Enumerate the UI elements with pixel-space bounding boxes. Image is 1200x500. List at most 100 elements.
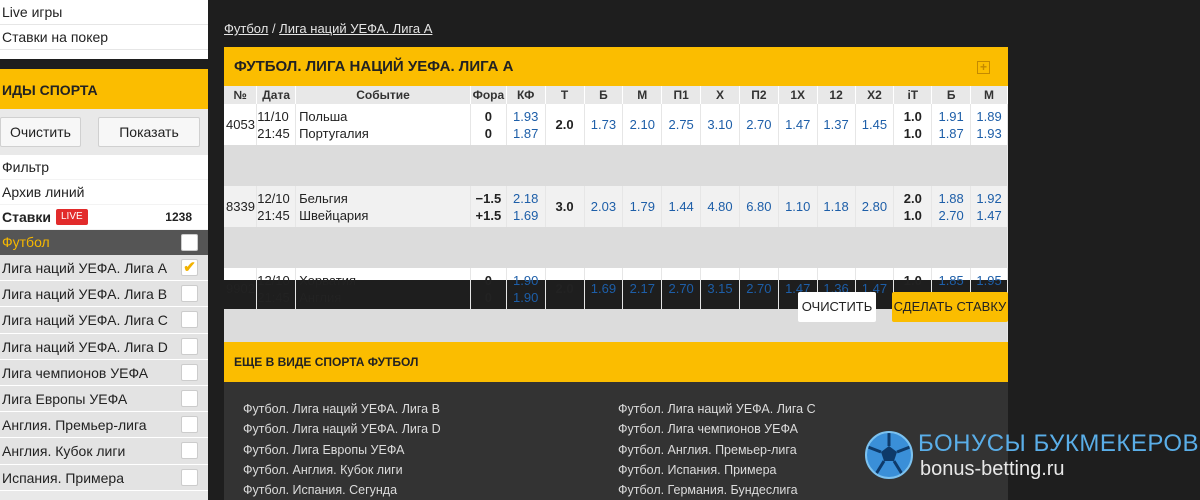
breadcrumb-football[interactable]: Футбол bbox=[224, 21, 268, 36]
more-league-link[interactable]: Футбол. Англия. Премьер-лига bbox=[618, 443, 797, 457]
checkbox[interactable] bbox=[181, 416, 198, 434]
over-odds-value[interactable]: 1.73 bbox=[585, 117, 623, 132]
match-event-value[interactable]: Португалия bbox=[299, 125, 470, 142]
individual-over-odds-value[interactable]: 1.85 bbox=[932, 272, 970, 289]
draw-odds[interactable]: 3.15 bbox=[700, 268, 740, 309]
league-item[interactable]: Лига наций УЕФА. Лига C bbox=[0, 307, 208, 334]
checkbox[interactable] bbox=[181, 389, 198, 407]
individual-over-odds[interactable]: 1.91 1.87 bbox=[931, 104, 972, 145]
dc-x2-odds-value[interactable]: 1.45 bbox=[856, 117, 894, 132]
over-odds[interactable]: 2.03 bbox=[584, 186, 624, 227]
league-item[interactable]: Лига Европы УЕФА bbox=[0, 385, 208, 413]
individual-under-odds[interactable]: 1.92 1.47 bbox=[970, 186, 1008, 227]
archive-link[interactable]: Архив линий bbox=[0, 180, 208, 205]
win1-odds[interactable]: 1.44 bbox=[661, 186, 702, 227]
individual-under-odds-value[interactable]: 1.93 bbox=[971, 125, 1007, 142]
dc-1x-odds[interactable]: 1.10 bbox=[778, 186, 818, 227]
over-odds[interactable]: 1.69 bbox=[584, 268, 624, 309]
more-league-link[interactable]: Футбол. Лига Европы УЕФА bbox=[243, 443, 404, 457]
individual-over-odds-value[interactable]: 1.88 bbox=[932, 190, 970, 207]
clear-bets-button[interactable]: ОЧИСТИТЬ bbox=[798, 292, 876, 322]
more-league-link[interactable]: Футбол. Англия. Кубок лиги bbox=[243, 463, 403, 477]
under-odds-value[interactable]: 2.10 bbox=[623, 117, 661, 132]
handicap-odds-value[interactable]: 1.90 bbox=[507, 289, 545, 306]
individual-under-odds-value[interactable]: 1.47 bbox=[971, 207, 1007, 224]
dc-1x-odds[interactable]: 1.47 bbox=[778, 104, 818, 145]
dc-12-odds-value[interactable]: 1.37 bbox=[818, 117, 855, 132]
match-event[interactable]: Польша Португалия bbox=[295, 104, 471, 145]
win1-odds-value[interactable]: 2.75 bbox=[662, 117, 700, 132]
match-event-value[interactable]: Англия bbox=[299, 289, 470, 306]
handicap-odds[interactable]: 1.93 1.87 bbox=[506, 104, 546, 145]
league-item[interactable]: Англия. Премьер-лига bbox=[0, 412, 208, 439]
checkbox[interactable] bbox=[181, 363, 198, 381]
checkbox[interactable] bbox=[181, 442, 198, 460]
draw-odds[interactable]: 4.80 bbox=[700, 186, 740, 227]
filter-link[interactable]: Фильтр bbox=[0, 155, 208, 180]
win2-odds[interactable]: 2.70 bbox=[739, 104, 779, 145]
win1-odds[interactable]: 2.70 bbox=[661, 268, 702, 309]
dc-12-odds[interactable]: 1.18 bbox=[817, 186, 856, 227]
sport-item-football[interactable]: Футбол bbox=[0, 230, 208, 255]
draw-odds-value[interactable]: 4.80 bbox=[701, 199, 739, 214]
match-event-value[interactable]: Польша bbox=[299, 108, 470, 125]
place-bet-button[interactable]: СДЕЛАТЬ СТАВКУ bbox=[892, 292, 1008, 322]
individual-under-odds[interactable]: 1.89 1.93 bbox=[970, 104, 1008, 145]
individual-over-odds-value[interactable]: 1.91 bbox=[932, 108, 970, 125]
win2-odds[interactable]: 6.80 bbox=[739, 186, 779, 227]
match-event-value[interactable]: Бельгия bbox=[299, 190, 470, 207]
win2-odds-value[interactable]: 2.70 bbox=[740, 117, 778, 132]
league-item[interactable]: Лига наций УЕФА. Лига B bbox=[0, 281, 208, 308]
individual-over-odds-value[interactable]: 2.70 bbox=[932, 207, 970, 224]
league-item[interactable]: Англия. Кубок лиги bbox=[0, 438, 208, 465]
under-odds[interactable]: 2.17 bbox=[622, 268, 663, 309]
league-item[interactable]: Лига наций УЕФА. Лига D bbox=[0, 333, 208, 360]
under-odds[interactable]: 2.10 bbox=[622, 104, 663, 145]
handicap-odds-value[interactable]: 1.69 bbox=[507, 207, 545, 224]
league-item[interactable]: Лига наций УЕФА. Лига А ✔ bbox=[0, 255, 208, 282]
individual-under-odds-value[interactable]: 1.89 bbox=[971, 108, 1007, 125]
win2-odds[interactable]: 2.70 bbox=[739, 268, 779, 309]
win2-odds-value[interactable]: 6.80 bbox=[740, 199, 778, 214]
dc-1x-odds-value[interactable]: 1.10 bbox=[779, 199, 817, 214]
handicap-odds-value[interactable]: 2.18 bbox=[507, 190, 545, 207]
under-odds-value[interactable]: 1.79 bbox=[623, 199, 661, 214]
checkbox[interactable] bbox=[181, 468, 198, 486]
more-league-link[interactable]: Футбол. Испания. Примера bbox=[618, 463, 776, 477]
handicap-odds-value[interactable]: 1.93 bbox=[507, 108, 545, 125]
over-odds[interactable]: 1.73 bbox=[584, 104, 624, 145]
draw-odds[interactable]: 3.10 bbox=[700, 104, 740, 145]
more-league-link[interactable]: Футбол. Испания. Сегунда bbox=[243, 483, 397, 497]
more-league-link[interactable]: Футбол. Лига чемпионов УЕФА bbox=[618, 422, 798, 436]
handicap-odds-value[interactable]: 1.90 bbox=[507, 272, 545, 289]
match-event[interactable]: Хорватия Англия bbox=[295, 268, 471, 309]
show-button[interactable]: Показать bbox=[98, 117, 200, 147]
individual-over-odds[interactable]: 1.88 2.70 bbox=[931, 186, 972, 227]
clear-filter-button[interactable]: Очистить bbox=[0, 117, 81, 147]
under-odds-value[interactable]: 2.17 bbox=[623, 281, 661, 296]
over-odds-value[interactable]: 1.69 bbox=[585, 281, 623, 296]
individual-over-odds-value[interactable]: 1.87 bbox=[932, 125, 970, 142]
dc-1x-odds-value[interactable]: 1.47 bbox=[779, 117, 817, 132]
live-games-link[interactable]: Live игры bbox=[0, 0, 208, 25]
checkbox[interactable] bbox=[181, 337, 198, 355]
expand-plus-icon[interactable]: + bbox=[977, 61, 990, 74]
match-event-value[interactable]: Швейцария bbox=[299, 207, 470, 224]
handicap-odds-value[interactable]: 1.87 bbox=[507, 125, 545, 142]
checkbox-checked[interactable]: ✔ bbox=[181, 259, 198, 276]
dc-x2-odds[interactable]: 2.80 bbox=[855, 186, 895, 227]
draw-odds-value[interactable]: 3.10 bbox=[701, 117, 739, 132]
more-league-link[interactable]: Футбол. Лига наций УЕФА. Лига D bbox=[243, 422, 441, 436]
football-checkbox[interactable] bbox=[181, 234, 198, 251]
bets-live-row[interactable]: Ставки LIVE 1238 bbox=[0, 205, 208, 230]
win1-odds[interactable]: 2.75 bbox=[661, 104, 702, 145]
win2-odds-value[interactable]: 2.70 bbox=[740, 281, 778, 296]
individual-under-odds-value[interactable]: 1.95 bbox=[971, 272, 1007, 289]
match-event-value[interactable]: Хорватия bbox=[299, 272, 470, 289]
dc-x2-odds[interactable]: 1.45 bbox=[855, 104, 895, 145]
more-league-link[interactable]: Футбол. Германия. Бундеслига bbox=[618, 483, 798, 497]
individual-under-odds-value[interactable]: 1.92 bbox=[971, 190, 1007, 207]
checkbox[interactable] bbox=[181, 285, 198, 303]
poker-bets-link[interactable]: Ставки на покер bbox=[0, 25, 208, 50]
win1-odds-value[interactable]: 1.44 bbox=[662, 199, 700, 214]
